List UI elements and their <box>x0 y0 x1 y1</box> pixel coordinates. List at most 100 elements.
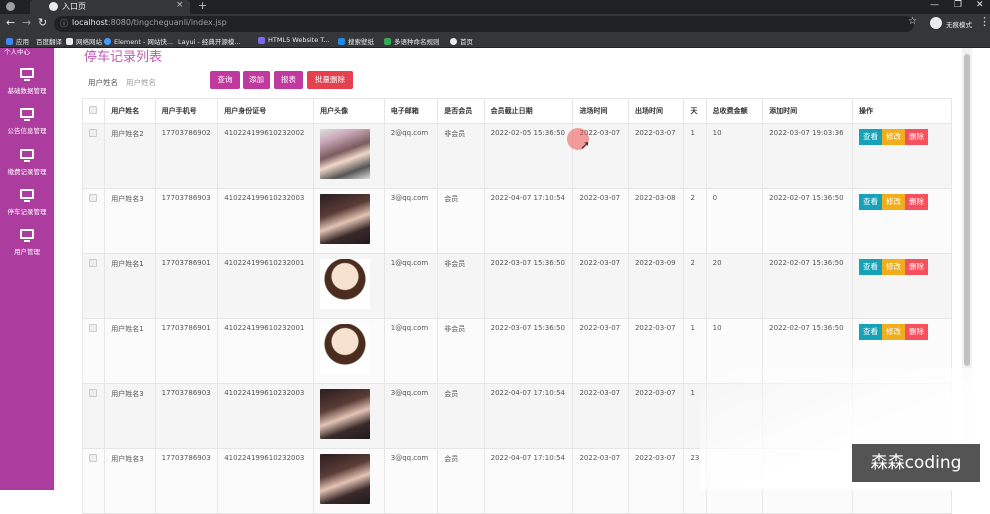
scrollbar-thumb[interactable] <box>964 54 970 366</box>
row-select-cell[interactable] <box>81 448 106 514</box>
chrome-menu-icon[interactable] <box>6 2 15 11</box>
sidebar-item-announcement[interactable]: 公告信息管理 <box>0 108 54 146</box>
browser-menu-icon[interactable]: ⋮ <box>979 15 990 28</box>
cell-name: 用户姓名3 <box>104 188 156 254</box>
bookmark-baidu-translate[interactable]: 百度翻译 <box>36 36 62 46</box>
url-text[interactable]: localhost:8080/tingcheguanli/index.jsp <box>72 18 227 27</box>
tab-favicon-icon <box>49 2 58 11</box>
bookmark-wallpaper[interactable]: 搜索壁纸 <box>338 36 374 46</box>
cell-fee: 20 <box>705 253 764 319</box>
forward-icon[interactable]: → <box>22 16 31 29</box>
delete-button[interactable]: 删除 <box>904 324 928 340</box>
edit-button[interactable]: 修改 <box>881 324 905 340</box>
cell-id-card: 410224199610232003 <box>217 448 315 514</box>
wallpaper-icon <box>338 37 345 45</box>
select-all-checkbox[interactable] <box>89 106 97 114</box>
delete-button[interactable]: 删除 <box>904 194 928 210</box>
view-button[interactable]: 查看 <box>858 194 882 210</box>
edit-button[interactable]: 修改 <box>881 259 905 275</box>
maximize-icon[interactable]: ❐ <box>954 0 962 10</box>
sidebar-item-users[interactable]: 用户管理 <box>0 229 54 267</box>
html5-icon <box>258 36 265 44</box>
bookmark-element[interactable]: Element - 网站快... <box>104 36 173 46</box>
cell-member-until: 2022-03-07 15:36:50 <box>483 318 574 384</box>
row-checkbox[interactable] <box>89 129 97 137</box>
cell-email: 2@qq.com <box>383 123 439 189</box>
view-button[interactable]: 查看 <box>858 259 882 275</box>
add-button[interactable]: 添加 <box>243 71 270 89</box>
cell-member-until: 2022-04-07 17:10:54 <box>483 383 574 449</box>
avatar <box>320 129 371 179</box>
tab-close-icon[interactable]: × <box>176 0 184 10</box>
view-button[interactable]: 查看 <box>858 324 882 340</box>
info-icon[interactable]: ⓘ <box>60 18 68 29</box>
bookmark-naming-rules[interactable]: 多语种命名规则 <box>384 36 440 46</box>
report-button[interactable]: 报表 <box>274 71 303 89</box>
row-checkbox[interactable] <box>89 324 97 332</box>
row-checkbox[interactable] <box>89 454 97 462</box>
batch-delete-button[interactable]: 批量删除 <box>307 71 353 89</box>
page-title: 停车记录列表 <box>84 50 163 65</box>
edit-button[interactable]: 修改 <box>881 129 905 145</box>
row-select-cell[interactable] <box>81 253 106 319</box>
bookmark-html5[interactable]: HTML5 Website T... <box>258 36 330 44</box>
new-tab-icon[interactable]: + <box>198 0 207 12</box>
sidebar-item-payment-records[interactable]: 缴费记录管理 <box>0 149 54 187</box>
delete-button[interactable]: 删除 <box>904 259 928 275</box>
cell-member: 会员 <box>437 448 485 514</box>
row-select-cell[interactable] <box>81 383 106 449</box>
cell-member: 会员 <box>437 383 485 449</box>
bookmark-star-icon[interactable]: ☆ <box>908 16 917 27</box>
minimize-icon[interactable]: — <box>930 0 939 10</box>
cell-exit: 2022-03-08 <box>627 188 685 254</box>
sidebar-item-parking-records[interactable]: 停车记录管理 <box>0 189 54 227</box>
view-button[interactable]: 查看 <box>858 129 882 145</box>
cell-phone: 17703786903 <box>154 188 219 254</box>
row-checkbox[interactable] <box>89 194 97 202</box>
bookmark-icon <box>66 37 73 45</box>
table-row: 用户姓名3 17703786903 410224199610232003 3@qq.c… <box>81 188 953 254</box>
row-select-cell[interactable] <box>81 318 106 384</box>
column-header: 会员截止日期 <box>483 98 574 124</box>
bookmark-apps[interactable]: 应用 <box>6 36 29 46</box>
reload-icon[interactable]: ↻ <box>38 16 47 29</box>
monitor-icon <box>20 108 34 121</box>
query-button[interactable]: 查询 <box>210 71 240 89</box>
cell-fee: 0 <box>705 188 764 254</box>
bookmark-layui[interactable]: Layui - 经典开源模... <box>178 36 241 46</box>
cell-member-until: 2022-02-05 15:36:50 <box>483 123 574 189</box>
cell-fee: 10 <box>705 123 764 189</box>
row-select-cell[interactable] <box>81 188 106 254</box>
cell-id-card: 410224199610232002 <box>217 123 315 189</box>
url-path: :8080/tingcheguanli/index.jsp <box>107 18 227 27</box>
sidebar-item-personal-center[interactable]: 个人中心 <box>4 46 30 56</box>
row-select-cell[interactable] <box>81 123 106 189</box>
header-select-all[interactable] <box>81 98 106 124</box>
close-window-icon[interactable]: ✕ <box>976 0 984 10</box>
edit-button[interactable]: 修改 <box>881 194 905 210</box>
row-checkbox[interactable] <box>89 259 97 267</box>
sidebar-item-label: 停车记录管理 <box>7 208 47 216</box>
avatar-cell <box>313 448 385 514</box>
incognito-avatar-icon[interactable] <box>930 17 942 29</box>
row-checkbox[interactable] <box>89 389 97 397</box>
cell-exit: 2022-03-09 <box>627 253 685 319</box>
row-actions: 查看 修改 删除 <box>858 129 945 145</box>
cell-exit: 2022-03-07 <box>627 383 685 449</box>
bookmark-home[interactable]: 首页 <box>450 36 473 46</box>
actions-cell: 查看 修改 删除 <box>851 123 953 189</box>
delete-button[interactable]: 删除 <box>904 129 928 145</box>
cell-member-until: 2022-04-07 17:10:54 <box>483 448 574 514</box>
monitor-icon <box>20 189 34 202</box>
search-input[interactable]: 用户姓名 <box>126 77 156 88</box>
avatar <box>320 324 371 374</box>
bookmark-web-sites[interactable]: 网络网站 <box>66 36 102 46</box>
back-icon[interactable]: ← <box>6 16 15 29</box>
sidebar-item-basic-data[interactable]: 基础数据管理 <box>0 68 54 106</box>
cell-exit: 2022-03-07 <box>627 448 685 514</box>
monitor-icon <box>20 229 34 242</box>
row-actions: 查看 修改 删除 <box>858 259 945 275</box>
profile-label[interactable]: 无痕模式 <box>946 19 972 29</box>
bookmark-label: 多语种命名规则 <box>394 38 440 46</box>
table-header-row: 用户姓名 用户手机号 用户身份证号 用户头像 电子邮箱 是否会员 会员截止日期 … <box>81 98 953 124</box>
